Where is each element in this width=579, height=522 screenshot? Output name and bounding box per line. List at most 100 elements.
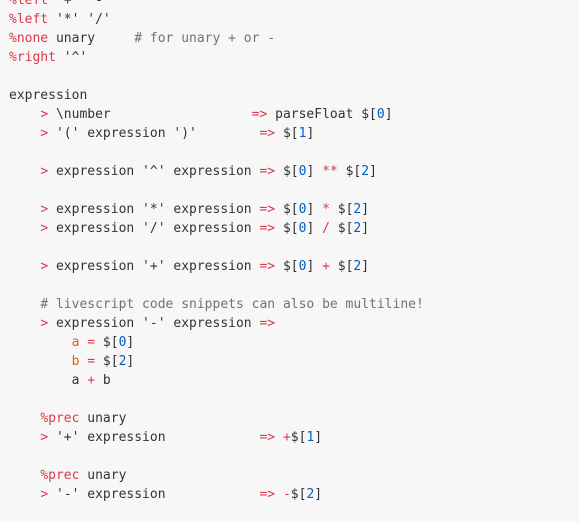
code-token-keyword: %left — [9, 0, 49, 8]
code-line: # livescript code snippets can also be m… — [9, 295, 424, 314]
code-line: > \number => parseFloat $[0] — [9, 105, 424, 124]
code-token-plain: expression '/' expression — [48, 221, 260, 236]
code-token-plain: '(' expression ')' — [48, 126, 260, 141]
code-token-operator: => — [259, 202, 276, 217]
code-line: %none unary # for unary + or - — [9, 29, 424, 48]
code-token-plain: '+' '-' — [48, 0, 111, 8]
code-line: a + b — [9, 371, 424, 390]
code-line: > '(' expression ')' => $[1] — [9, 124, 424, 143]
code-token-operator: => — [259, 164, 276, 179]
code-token-operator: + — [322, 259, 330, 274]
code-token-operator: => — [259, 126, 276, 141]
code-line: %left '+' '-' — [9, 0, 424, 10]
code-token-plain: $[ — [290, 487, 307, 502]
code-token-operator: > — [40, 221, 49, 236]
code-token-plain: expression '^' expression — [48, 164, 260, 179]
grammar-source-code: %left '+' '-' %left '*' '/' %none unary # … — [9, 0, 424, 504]
code-token-plain: ] — [384, 107, 393, 122]
code-token-plain: $[ — [329, 259, 354, 274]
code-token-keyword: %prec — [40, 411, 80, 426]
code-token-plain: expression '*' expression — [48, 202, 260, 217]
code-token-plain: expression — [9, 88, 88, 103]
code-token-operator: + — [87, 373, 96, 388]
code-token-plain: $[ — [275, 202, 299, 217]
code-token-operator: => — [259, 221, 276, 236]
code-token-plain: $[ — [275, 259, 299, 274]
code-token-comment: # for unary + or - — [134, 31, 276, 46]
code-token-plain: ] — [361, 259, 370, 274]
code-token-operator: => — [259, 259, 276, 274]
code-token-plain: $[ — [275, 221, 299, 236]
code-token-operator: => — [259, 487, 276, 502]
code-token-comment: # livescript code snippets can also be m… — [40, 297, 424, 312]
code-token-plain: '*' '/' — [48, 12, 111, 27]
code-line: %prec unary — [9, 466, 424, 485]
code-token-plain: ] — [361, 202, 370, 217]
code-token-plain: $[ — [329, 221, 354, 236]
code-token-plain: $[ — [275, 164, 299, 179]
code-token-plain: expression '+' expression — [48, 259, 260, 274]
code-token-plain: $[ — [275, 126, 299, 141]
code-line: > expression '*' expression => $[0] * $[… — [9, 200, 424, 219]
code-token-plain: $[ — [329, 202, 354, 217]
code-token-operator: > — [40, 316, 49, 331]
code-line: b = $[2] — [9, 352, 424, 371]
code-token-plain: expression '-' expression — [48, 316, 260, 331]
code-token-keyword: %prec — [40, 468, 80, 483]
code-token-plain: a — [9, 373, 88, 388]
code-token-operator: => — [259, 316, 276, 331]
code-token-operator: + — [282, 430, 291, 445]
code-token-plain: '-' expression — [48, 487, 260, 502]
code-token-plain: $[ — [95, 335, 119, 350]
code-token-operator: * — [322, 202, 330, 217]
code-token-plain: ] — [306, 221, 323, 236]
code-token-plain: $[ — [337, 164, 362, 179]
code-line: %left '*' '/' — [9, 10, 424, 29]
code-token-plain: ] — [314, 430, 323, 445]
code-token-plain: b — [95, 373, 111, 388]
code-line: > '-' expression => -$[2] — [9, 485, 424, 504]
code-token-plain: '^' — [55, 50, 88, 65]
code-line: > '+' expression => +$[1] — [9, 428, 424, 447]
code-token-plain: '+' expression — [48, 430, 260, 445]
code-token-operator: ** — [322, 164, 338, 179]
code-line: %prec unary — [9, 409, 424, 428]
code-token-plain: unary — [79, 468, 127, 483]
code-token-operator: > — [40, 164, 49, 179]
code-token-plain: $[ — [290, 430, 307, 445]
code-line: expression — [9, 86, 424, 105]
code-token-plain: ] — [306, 164, 323, 179]
code-viewer: %left '+' '-' %left '*' '/' %none unary # … — [0, 0, 579, 522]
code-token-operator: = — [87, 335, 96, 350]
code-token-plain: unary — [48, 31, 135, 46]
code-line: > expression '-' expression => — [9, 314, 424, 333]
code-token-operator: - — [282, 487, 291, 502]
code-token-keyword: %right — [9, 50, 56, 65]
code-token-plain: ] — [126, 354, 135, 369]
code-token-plain: parseFloat $[ — [267, 107, 377, 122]
code-token-operator: => — [259, 430, 276, 445]
code-token-operator: / — [322, 221, 330, 236]
code-token-plain: ] — [126, 335, 135, 350]
code-token-operator: > — [40, 107, 49, 122]
code-token-operator: > — [40, 126, 49, 141]
code-token-operator: > — [40, 202, 49, 217]
